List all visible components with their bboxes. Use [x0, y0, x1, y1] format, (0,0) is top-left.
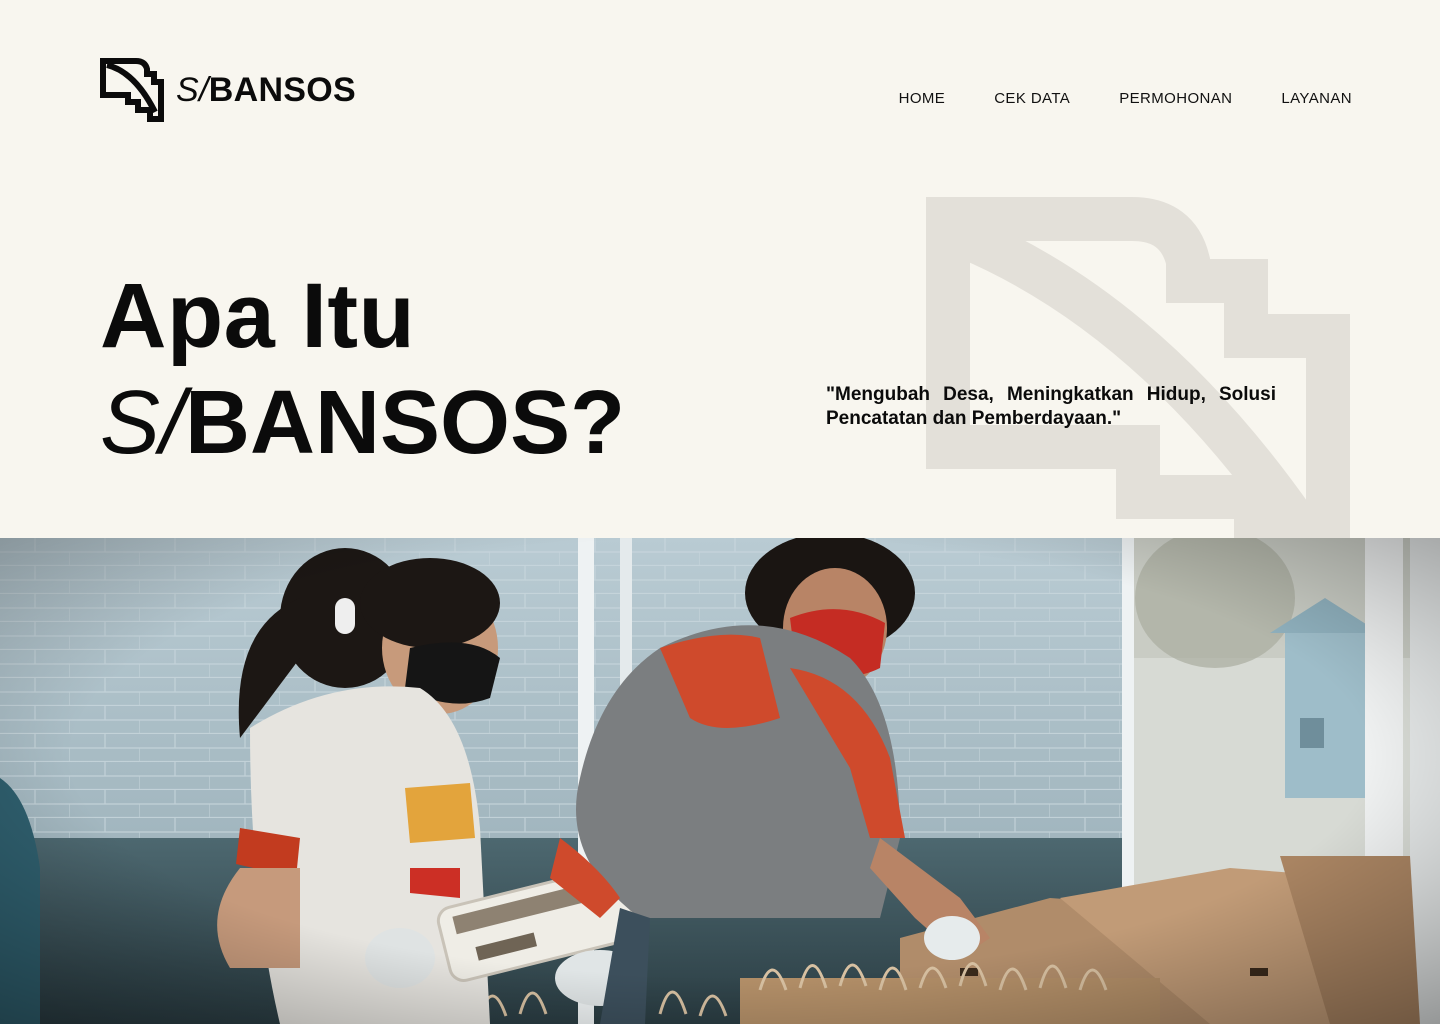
landing-page: S/BANSOS HOME CEK DATA PERMOHONAN LAYANA…: [0, 0, 1440, 1024]
hero-title-suffix: BANSOS?: [185, 373, 626, 473]
hero-title: Apa Itu S/BANSOS?: [100, 268, 625, 482]
hero-title-line1: Apa Itu: [100, 265, 416, 367]
main-nav: HOME CEK DATA PERMOHONAN LAYANAN: [899, 89, 1352, 109]
hero-title-line2: S/BANSOS?: [100, 364, 625, 482]
brand-name: S/BANSOS: [176, 73, 356, 107]
nav-permohonan[interactable]: PERMOHONAN: [1119, 89, 1232, 109]
nav-cek-data[interactable]: CEK DATA: [994, 89, 1070, 109]
nav-home[interactable]: HOME: [899, 89, 946, 109]
sibansos-logo-icon: [100, 58, 164, 122]
hero-photo: [0, 538, 1440, 1024]
brand-prefix: S/: [176, 71, 209, 109]
watermark-logo-icon: [926, 197, 1350, 538]
brand-suffix: BANSOS: [208, 71, 356, 109]
volunteers-photo-illustration: [0, 538, 1440, 1024]
nav-layanan[interactable]: LAYANAN: [1281, 89, 1352, 109]
hero-title-prefix: S/: [100, 373, 186, 473]
hero-quote: "Mengubah Desa, Meningkatkan Hidup, Solu…: [826, 384, 1276, 429]
brand-logo[interactable]: S/BANSOS: [100, 58, 356, 122]
